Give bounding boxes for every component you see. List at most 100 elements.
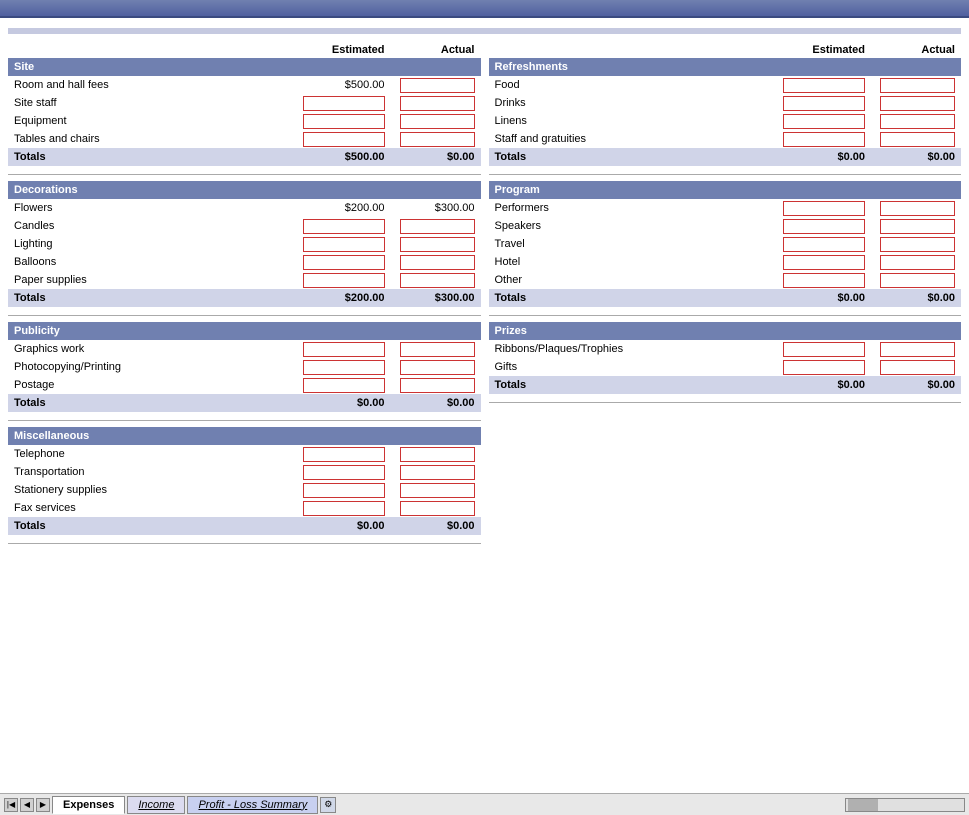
col-header-actual: Actual: [871, 42, 961, 58]
tab-nav-first[interactable]: |◀: [4, 798, 18, 812]
tab-nav-next[interactable]: ▶: [36, 798, 50, 812]
estimated-input[interactable]: [303, 219, 385, 234]
actual-input[interactable]: [400, 378, 475, 393]
estimated-input[interactable]: [783, 255, 865, 270]
estimated-input[interactable]: [783, 114, 865, 129]
actual-input[interactable]: [880, 255, 955, 270]
estimated-input[interactable]: [303, 237, 385, 252]
row-actual: [391, 358, 481, 376]
totals-estimated: $0.00: [291, 394, 391, 412]
table-row: Postage: [8, 376, 481, 394]
tab-icon[interactable]: ⚙: [320, 797, 336, 813]
row-estimated: [291, 358, 391, 376]
category-header: Miscellaneous: [8, 427, 481, 445]
page-title: [0, 0, 969, 18]
table-row: Other: [489, 271, 962, 289]
actual-input[interactable]: [400, 447, 475, 462]
table-row: Room and hall fees$500.00: [8, 76, 481, 94]
actual-input[interactable]: [400, 78, 475, 93]
totals-label: Totals: [8, 148, 291, 166]
estimated-input[interactable]: [303, 465, 385, 480]
tab-expenses[interactable]: Expenses: [52, 796, 125, 814]
table-row: Gifts: [489, 358, 962, 376]
totals-actual: $0.00: [871, 289, 961, 307]
actual-input[interactable]: [400, 132, 475, 147]
table-row: Photocopying/Printing: [8, 358, 481, 376]
actual-input[interactable]: [880, 237, 955, 252]
totals-row: Totals$0.00$0.00: [489, 289, 962, 307]
category-table: DecorationsFlowers$200.00$300.00CandlesL…: [8, 181, 481, 307]
estimated-input[interactable]: [303, 360, 385, 375]
actual-input[interactable]: [400, 255, 475, 270]
actual-input[interactable]: [400, 237, 475, 252]
category-header: Refreshments: [489, 58, 962, 76]
horizontal-scrollbar[interactable]: [845, 798, 965, 812]
actual-input[interactable]: [400, 273, 475, 288]
estimated-input[interactable]: [303, 132, 385, 147]
actual-input[interactable]: [880, 219, 955, 234]
actual-input[interactable]: [400, 360, 475, 375]
totals-actual: $0.00: [871, 148, 961, 166]
row-actual: $300.00: [391, 199, 481, 217]
row-label: Paper supplies: [8, 271, 291, 289]
category-header: Site: [8, 58, 481, 76]
totals-row: Totals$0.00$0.00: [489, 376, 962, 394]
tab-profit-loss[interactable]: Profit - Loss Summary: [187, 796, 318, 814]
actual-input[interactable]: [880, 96, 955, 111]
actual-input[interactable]: [400, 465, 475, 480]
row-estimated: [291, 376, 391, 394]
estimated-input[interactable]: [783, 273, 865, 288]
actual-input[interactable]: [880, 342, 955, 357]
estimated-input[interactable]: [783, 96, 865, 111]
actual-input[interactable]: [880, 273, 955, 288]
row-actual: [391, 130, 481, 148]
actual-input[interactable]: [880, 114, 955, 129]
total-expenses-label: [8, 28, 771, 34]
estimated-input[interactable]: [783, 237, 865, 252]
separator: [8, 543, 481, 544]
row-actual: [871, 235, 961, 253]
estimated-input[interactable]: [303, 378, 385, 393]
category-table: PublicityGraphics workPhotocopying/Print…: [8, 322, 481, 412]
row-estimated: [771, 76, 871, 94]
actual-input[interactable]: [400, 96, 475, 111]
estimated-input[interactable]: [303, 255, 385, 270]
estimated-input[interactable]: [303, 501, 385, 516]
table-row: Stationery supplies: [8, 481, 481, 499]
estimated-input[interactable]: [303, 342, 385, 357]
estimated-input[interactable]: [783, 78, 865, 93]
row-label: Transportation: [8, 463, 291, 481]
estimated-input[interactable]: [783, 360, 865, 375]
actual-input[interactable]: [400, 114, 475, 129]
totals-label: Totals: [8, 394, 291, 412]
estimated-input[interactable]: [783, 132, 865, 147]
estimated-input[interactable]: [303, 273, 385, 288]
estimated-input[interactable]: [783, 342, 865, 357]
estimated-input[interactable]: [303, 114, 385, 129]
estimated-input[interactable]: [303, 447, 385, 462]
estimated-input[interactable]: [303, 483, 385, 498]
separator: [8, 315, 481, 316]
row-actual: [391, 217, 481, 235]
actual-input[interactable]: [880, 201, 955, 216]
actual-input[interactable]: [400, 219, 475, 234]
actual-input[interactable]: [880, 132, 955, 147]
actual-input[interactable]: [880, 360, 955, 375]
row-estimated: [771, 271, 871, 289]
category-header-row: Refreshments: [489, 58, 962, 76]
totals-actual: $0.00: [871, 376, 961, 394]
actual-input[interactable]: [400, 483, 475, 498]
estimated-input[interactable]: [783, 219, 865, 234]
row-label: Candles: [8, 217, 291, 235]
estimated-input[interactable]: [303, 96, 385, 111]
row-label: Other: [489, 271, 772, 289]
row-label: Drinks: [489, 94, 772, 112]
tab-nav-prev[interactable]: ◀: [20, 798, 34, 812]
tab-income[interactable]: Income: [127, 796, 185, 814]
row-label: Lighting: [8, 235, 291, 253]
actual-input[interactable]: [400, 501, 475, 516]
estimated-input[interactable]: [783, 201, 865, 216]
category-header-row: Program: [489, 181, 962, 199]
actual-input[interactable]: [880, 78, 955, 93]
actual-input[interactable]: [400, 342, 475, 357]
